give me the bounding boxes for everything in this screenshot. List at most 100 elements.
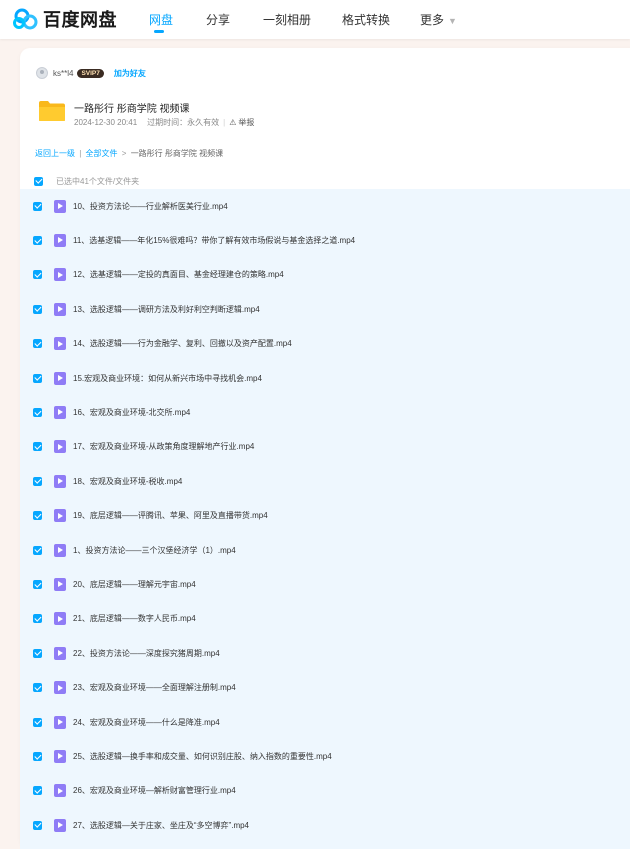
add-friend-button[interactable]: 加为好友 — [114, 68, 146, 79]
file-checkbox[interactable] — [33, 717, 42, 727]
nav-tab-album[interactable]: 一刻相册 — [263, 11, 311, 28]
file-checkbox[interactable] — [33, 786, 42, 796]
share-date: 2024-12-30 20:41 — [74, 118, 138, 127]
breadcrumb-current: 一路彤行 彤商学院 视频课 — [130, 149, 224, 158]
video-file-icon — [54, 612, 66, 626]
file-checkbox[interactable] — [33, 511, 42, 521]
file-name[interactable]: 21、底层逻辑——数字人民币.mp4 — [73, 613, 196, 624]
report-button[interactable]: 举报 — [238, 117, 254, 128]
file-row[interactable]: 22、投资方法论——深度探究猪周期.mp4 — [20, 636, 630, 670]
select-all-checkbox[interactable] — [34, 176, 43, 186]
file-name[interactable]: 1、投资方法论——三个汉堡经济学（1）.mp4 — [73, 545, 236, 556]
file-name[interactable]: 23、宏观及商业环境——全面理解注册制.mp4 — [73, 682, 236, 693]
file-row[interactable]: 20、底层逻辑——理解元宇宙.mp4 — [20, 567, 630, 601]
file-row[interactable]: 1、投资方法论——三个汉堡经济学（1）.mp4 — [20, 533, 630, 567]
nav-tab-netdisk[interactable]: 网盘 — [149, 11, 173, 28]
file-row[interactable]: 25、选股逻辑—换手率和成交量、如何识别庄股、纳入指数的重要性.mp4 — [20, 739, 630, 773]
file-row[interactable]: 21、底层逻辑——数字人民币.mp4 — [20, 602, 630, 636]
video-file-icon — [54, 268, 66, 282]
file-checkbox[interactable] — [33, 339, 42, 349]
video-file-icon — [54, 337, 66, 351]
share-meta: 2024-12-30 20:41 过期时间：永久有效 | ⚠ 举报 — [74, 117, 254, 128]
nav-more-label: 更多 — [420, 13, 445, 27]
file-checkbox[interactable] — [33, 820, 42, 830]
video-file-icon — [54, 199, 66, 213]
video-file-icon — [54, 646, 66, 660]
file-checkbox[interactable] — [33, 270, 42, 280]
file-name[interactable]: 17、宏观及商业环境-从政策角度理解地产行业.mp4 — [73, 441, 254, 452]
file-row[interactable]: 11、选基逻辑——年化15%很难吗？带你了解有效市场假说与基金选择之道.mp4 — [20, 223, 630, 257]
file-name[interactable]: 19、底层逻辑——评腾讯、苹果、阿里及直播带货.mp4 — [73, 510, 268, 521]
file-checkbox[interactable] — [33, 442, 42, 452]
file-name[interactable]: 16、宏观及商业环境-北交所.mp4 — [73, 407, 190, 418]
nav-tab-share[interactable]: 分享 — [206, 11, 230, 28]
video-file-icon — [54, 440, 66, 454]
breadcrumb-arrow: > — [121, 149, 127, 158]
file-checkbox[interactable] — [33, 648, 42, 658]
file-row[interactable]: 18、宏观及商业环境-税收.mp4 — [20, 464, 630, 498]
file-row[interactable]: 13、选股逻辑——调研方法及利好利空判断逻辑.mp4 — [20, 292, 630, 326]
file-name[interactable]: 10、投资方法论——行业解析医美行业.mp4 — [73, 201, 228, 212]
video-file-icon — [54, 233, 66, 247]
file-name[interactable]: 26、宏观及商业环境—解析财富管理行业.mp4 — [73, 785, 236, 796]
file-name[interactable]: 20、底层逻辑——理解元宇宙.mp4 — [73, 579, 196, 590]
file-row[interactable]: 26、宏观及商业环境—解析财富管理行业.mp4 — [20, 774, 630, 808]
top-header: 百度网盘 网盘 分享 一刻相册 格式转换 更多 ▼ — [0, 0, 630, 39]
file-row[interactable]: 14、选股逻辑——行为金融学、复利、回撤以及资产配置.mp4 — [20, 327, 630, 361]
file-name[interactable]: 27、选股逻辑—关于庄家、坐庄及“多空博弈”.mp4 — [73, 820, 249, 831]
video-file-icon — [54, 405, 66, 419]
nav-tab-convert[interactable]: 格式转换 — [342, 11, 390, 28]
file-name[interactable]: 25、选股逻辑—换手率和成交量、如何识别庄股、纳入指数的重要性.mp4 — [73, 751, 332, 762]
file-row[interactable]: 15.宏观及商业环境：如何从新兴市场中寻找机会.mp4 — [20, 361, 630, 395]
file-checkbox[interactable] — [33, 476, 42, 486]
divider: | — [223, 118, 226, 127]
video-file-icon — [54, 818, 66, 832]
file-row[interactable]: 23、宏观及商业环境——全面理解注册制.mp4 — [20, 671, 630, 705]
file-checkbox[interactable] — [33, 407, 42, 417]
nav-tab-more[interactable]: 更多 ▼ — [420, 11, 457, 28]
sharer-info: ks**l4 SVIP7 加为好友 — [36, 66, 146, 80]
file-name[interactable]: 24、宏观及商业环境——什么是降准.mp4 — [73, 717, 220, 728]
file-checkbox[interactable] — [33, 235, 42, 245]
file-name[interactable]: 11、选基逻辑——年化15%很难吗？带你了解有效市场假说与基金选择之道.mp4 — [73, 235, 355, 246]
file-checkbox[interactable] — [33, 614, 42, 624]
file-name[interactable]: 14、选股逻辑——行为金融学、复利、回撤以及资产配置.mp4 — [73, 338, 292, 349]
file-checkbox[interactable] — [33, 545, 42, 555]
video-file-icon — [54, 509, 66, 523]
file-checkbox[interactable] — [33, 373, 42, 383]
share-card: ks**l4 SVIP7 加为好友 一路彤行 彤商学院 视频课 2024-12-… — [20, 48, 630, 849]
file-name[interactable]: 15.宏观及商业环境：如何从新兴市场中寻找机会.mp4 — [73, 373, 262, 384]
breadcrumb-back[interactable]: 返回上一级 — [35, 149, 75, 158]
avatar[interactable] — [36, 67, 48, 79]
file-checkbox[interactable] — [33, 304, 42, 314]
folder-icon — [39, 101, 65, 121]
file-name[interactable]: 13、选股逻辑——调研方法及利好利空判断逻辑.mp4 — [73, 304, 260, 315]
active-tab-indicator — [154, 30, 164, 33]
file-checkbox[interactable] — [33, 579, 42, 589]
file-row[interactable]: 24、宏观及商业环境——什么是降准.mp4 — [20, 705, 630, 739]
file-row[interactable]: 19、底层逻辑——评腾讯、苹果、阿里及直播带货.mp4 — [20, 499, 630, 533]
file-row[interactable]: 27、选股逻辑—关于庄家、坐庄及“多空博弈”.mp4 — [20, 808, 630, 842]
chevron-down-icon: ▼ — [448, 15, 457, 26]
svip-badge: SVIP7 — [77, 68, 104, 78]
file-checkbox[interactable] — [33, 683, 42, 693]
file-row[interactable]: 10、投资方法论——行业解析医美行业.mp4 — [20, 189, 630, 223]
file-checkbox[interactable] — [33, 201, 42, 211]
expire-time: 过期时间：永久有效 — [147, 118, 220, 127]
file-row[interactable]: 16、宏观及商业环境-北交所.mp4 — [20, 395, 630, 429]
file-name[interactable]: 18、宏观及商业环境-税收.mp4 — [73, 476, 182, 487]
file-list: 10、投资方法论——行业解析医美行业.mp4 11、选基逻辑——年化15%很难吗？… — [20, 189, 630, 849]
video-file-icon — [54, 681, 66, 695]
file-name[interactable]: 22、投资方法论——深度探究猪周期.mp4 — [73, 648, 220, 659]
file-checkbox[interactable] — [33, 751, 42, 761]
video-file-icon — [54, 715, 66, 729]
breadcrumb-all-files[interactable]: 全部文件 — [86, 149, 118, 158]
video-file-icon — [54, 577, 66, 591]
file-row[interactable]: 17、宏观及商业环境-从政策角度理解地产行业.mp4 — [20, 430, 630, 464]
file-row[interactable]: 12、选基逻辑——定投的真面目、基金经理建仓的策略.mp4 — [20, 258, 630, 292]
select-all-row: 已选中41个文件/文件夹 — [34, 175, 139, 187]
sharer-username: ks**l4 — [53, 68, 74, 78]
file-name[interactable]: 12、选基逻辑——定投的真面目、基金经理建仓的策略.mp4 — [73, 269, 284, 280]
folder-title: 一路彤行 彤商学院 视频课 — [74, 104, 190, 115]
video-file-icon — [54, 784, 66, 798]
